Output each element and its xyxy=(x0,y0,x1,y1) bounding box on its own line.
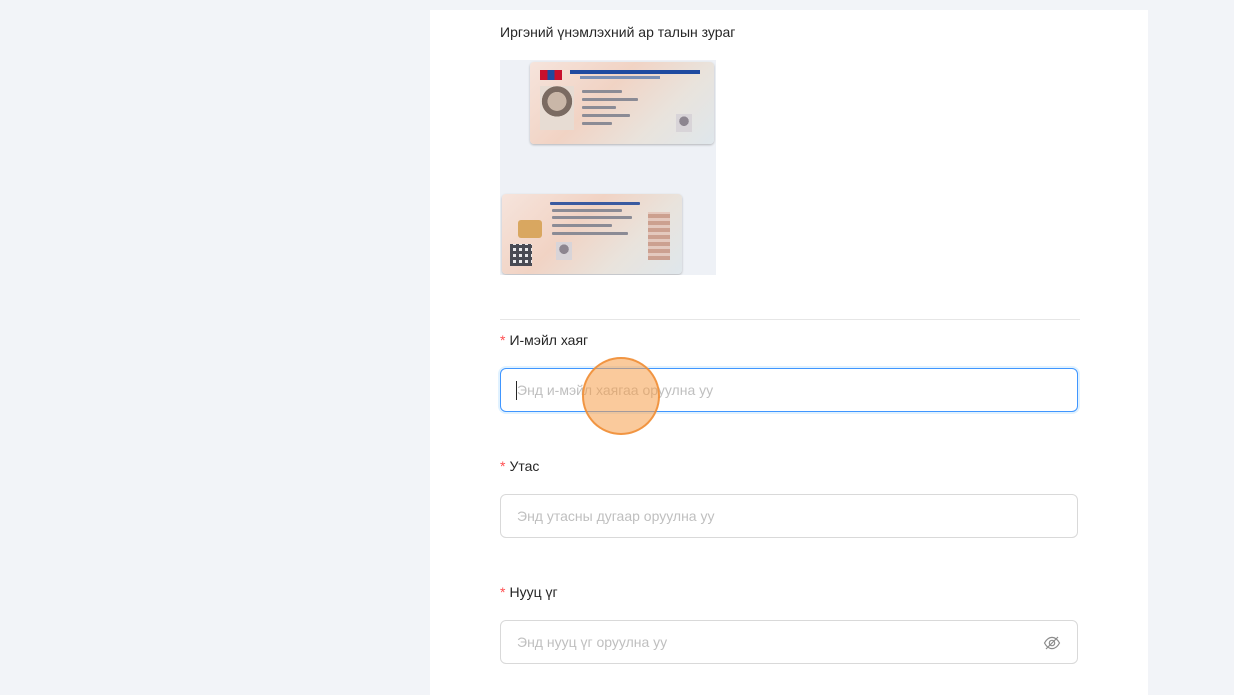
page: Иргэний үнэмлэхний ар талын зураг * И-мэ… xyxy=(0,0,1234,695)
password-placeholder: Энд нууц үг оруулна уу xyxy=(517,634,668,650)
id-card-front xyxy=(530,62,714,144)
section-divider xyxy=(500,319,1080,320)
registration-card: Иргэний үнэмлэхний ар талын зураг * И-мэ… xyxy=(430,10,1148,695)
email-placeholder: Энд и-мэйл хаягаа оруулна уу xyxy=(517,382,714,398)
email-field[interactable]: Энд и-мэйл хаягаа оруулна уу xyxy=(500,368,1078,412)
required-mark: * xyxy=(500,332,506,348)
password-field[interactable]: Энд нууц үг оруулна уу xyxy=(500,620,1078,664)
required-mark: * xyxy=(500,458,506,474)
password-label: * Нууц үг xyxy=(500,584,558,600)
phone-label: * Утас xyxy=(500,458,539,474)
email-label: * И-мэйл хаяг xyxy=(500,332,588,348)
email-label-text: И-мэйл хаяг xyxy=(509,332,589,348)
id-back-photo-label: Иргэний үнэмлэхний ар талын зураг xyxy=(500,24,736,40)
eye-invisible-icon[interactable] xyxy=(1043,634,1061,652)
phone-field[interactable]: Энд утасны дугаар оруулна уу xyxy=(500,494,1078,538)
id-back-photo xyxy=(500,60,716,275)
phone-placeholder: Энд утасны дугаар оруулна уу xyxy=(517,508,715,524)
phone-label-text: Утас xyxy=(509,458,540,474)
id-card-back xyxy=(502,194,682,274)
required-mark: * xyxy=(500,584,506,600)
password-label-text: Нууц үг xyxy=(509,584,558,600)
text-caret xyxy=(516,381,517,400)
